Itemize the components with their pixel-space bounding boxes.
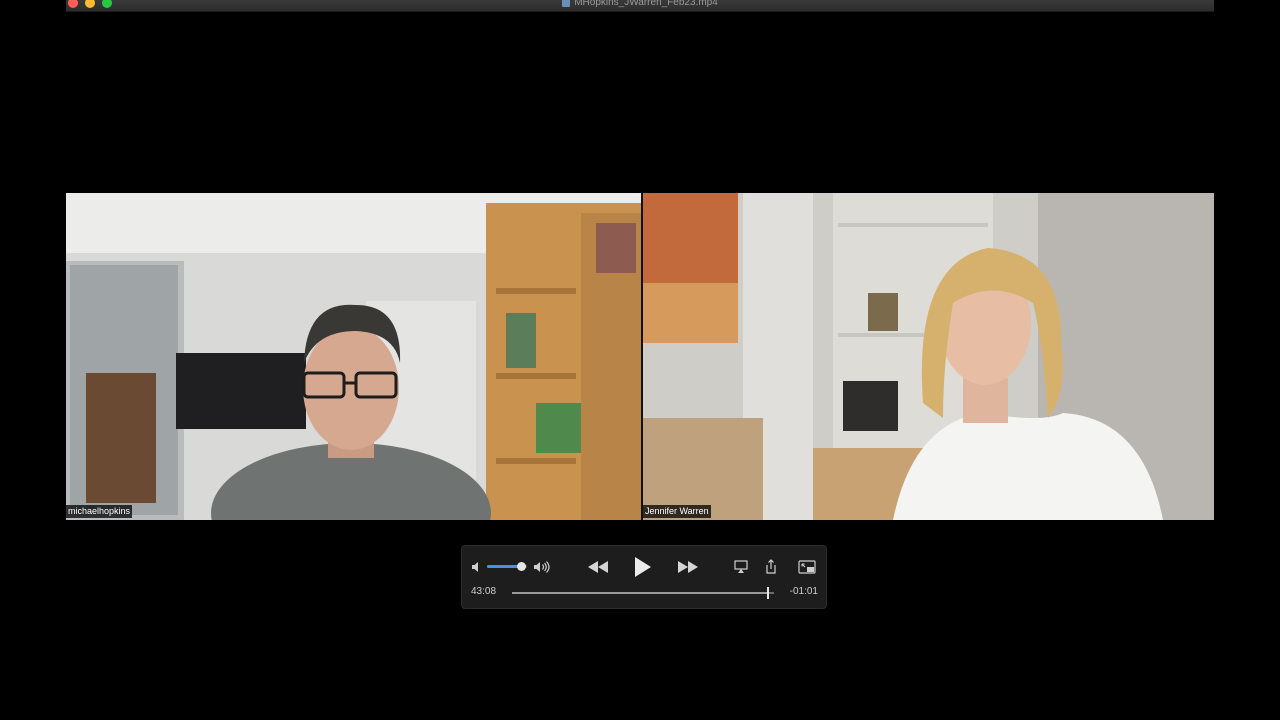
- play-icon: [635, 557, 651, 577]
- picture-in-picture-button[interactable]: [797, 559, 817, 575]
- speaker-low-icon: [472, 562, 478, 572]
- playback-controls: 43:08 -01:01: [461, 545, 827, 609]
- play-button[interactable]: [632, 555, 654, 579]
- video-file-icon: [562, 0, 571, 7]
- room-scene-left: [66, 193, 641, 520]
- window-title-area: MHopkins_JWarren_Feb23.mp4: [66, 0, 1214, 9]
- share-button[interactable]: [764, 558, 778, 576]
- timeline-scrubber[interactable]: [512, 587, 774, 599]
- speaker-high-icon: [534, 561, 550, 573]
- remaining-time: -01:01: [789, 586, 818, 597]
- elapsed-time: 43:08: [471, 586, 497, 597]
- rewind-icon: [588, 561, 608, 573]
- player-window: MHopkins_JWarren_Feb23.mp4 michaelhopkin…: [66, 0, 1214, 720]
- playhead[interactable]: [766, 587, 769, 599]
- participant-name-tag: Jennifer Warren: [643, 505, 711, 518]
- share-icon: [766, 559, 776, 574]
- window-title: MHopkins_JWarren_Feb23.mp4: [574, 0, 718, 8]
- timeline-progress: [512, 592, 768, 594]
- room-scene-right: [643, 193, 1214, 520]
- participant-tile-left: michaelhopkins: [66, 193, 641, 520]
- volume-knob[interactable]: [516, 562, 526, 571]
- fast-forward-icon: [678, 561, 698, 573]
- volume-level: [487, 565, 521, 568]
- participant-tile-right: Jennifer Warren: [643, 193, 1214, 520]
- title-bar[interactable]: MHopkins_JWarren_Feb23.mp4: [66, 0, 1214, 12]
- rewind-button[interactable]: [586, 558, 610, 576]
- airplay-icon: [734, 560, 748, 573]
- participant-name-tag: michaelhopkins: [66, 505, 133, 518]
- fast-forward-button[interactable]: [676, 558, 700, 576]
- airplay-button[interactable]: [733, 559, 749, 575]
- volume-max-button[interactable]: [532, 559, 552, 575]
- volume-mute-button[interactable]: [470, 560, 484, 574]
- volume-slider[interactable]: [487, 562, 527, 571]
- picture-in-picture-icon: [798, 560, 816, 574]
- video-frame[interactable]: michaelhopkins Jennifer Warren: [66, 193, 1214, 520]
